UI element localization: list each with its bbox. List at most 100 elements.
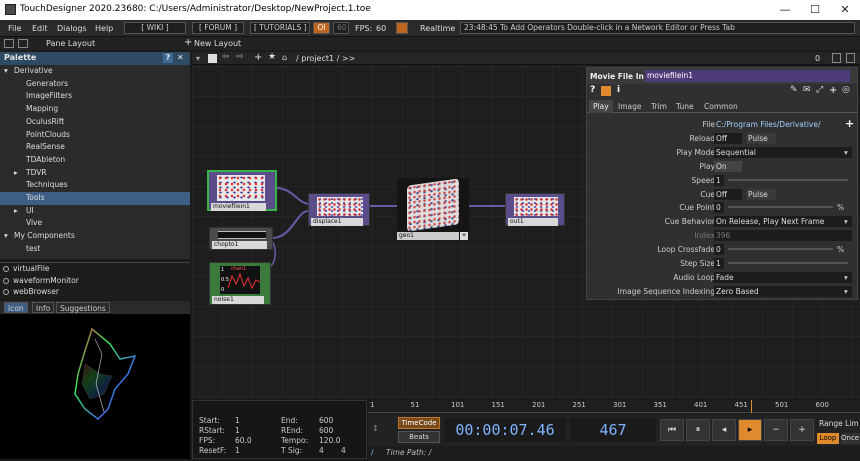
palette-item[interactable]: Mapping xyxy=(0,103,190,116)
layout-icon[interactable] xyxy=(4,39,14,48)
param-value[interactable]: 396 xyxy=(714,230,852,242)
back-icon[interactable]: ⇦ xyxy=(222,52,230,62)
edit-icon[interactable]: ✎ xyxy=(790,85,798,95)
loop-toggle[interactable]: Loop xyxy=(817,433,839,444)
python-icon[interactable] xyxy=(601,86,611,96)
pane-split-icon[interactable] xyxy=(832,53,841,63)
timepath-label[interactable]: Time Path: / xyxy=(386,448,431,457)
beats-toggle[interactable]: Beats xyxy=(398,431,440,443)
tab-info[interactable]: Info xyxy=(32,302,55,313)
node-moviefilein1[interactable]: moviefilein1 xyxy=(207,170,277,211)
network-path[interactable]: / project1 / >> xyxy=(296,54,355,63)
forward-icon[interactable]: ⇨ xyxy=(236,52,244,62)
resetf-value[interactable]: 1 xyxy=(235,446,240,455)
unit-toggle[interactable]: % xyxy=(837,243,844,256)
palette-item[interactable]: OculusRift xyxy=(0,116,190,129)
unit-toggle[interactable]: % xyxy=(837,201,844,214)
node-displace1[interactable]: displace1 xyxy=(308,193,370,226)
palette-item[interactable]: ▸ UI xyxy=(0,205,190,218)
list-item[interactable]: waveformMonitor xyxy=(0,275,190,287)
param-value[interactable]: Off xyxy=(714,188,742,200)
chevron-right-icon[interactable]: ▸ xyxy=(14,167,18,180)
add-icon[interactable]: + xyxy=(254,52,262,63)
chevron-down-icon[interactable]: ▾ xyxy=(844,271,848,284)
palette-item[interactable]: test xyxy=(0,243,190,256)
play-icon[interactable]: ▸ xyxy=(738,419,762,441)
palette-item[interactable]: TDAbleton xyxy=(0,154,190,167)
param-slider[interactable] xyxy=(728,262,848,264)
param-value[interactable]: On Release, Play Next Frame xyxy=(714,216,852,228)
end-value[interactable]: 600 xyxy=(319,416,333,425)
palette-item[interactable]: ▾ My Components xyxy=(0,230,190,243)
tab-tune[interactable]: Tune xyxy=(676,100,694,113)
start-value[interactable]: 1 xyxy=(235,416,240,425)
help-icon[interactable]: ? xyxy=(590,85,595,95)
param-value[interactable]: Sequential xyxy=(714,146,852,158)
node-noise1[interactable]: 1 0.5 0 chan1 noise1 xyxy=(209,262,271,305)
param-value[interactable]: Off xyxy=(714,132,742,144)
chevron-down-icon[interactable]: ▾ xyxy=(4,65,8,78)
close-button[interactable]: ✕ xyxy=(830,0,860,20)
node-geo1[interactable]: geo1 + xyxy=(397,178,469,240)
palette-help-button[interactable]: ? xyxy=(163,53,173,63)
comment-icon[interactable]: ✉ xyxy=(803,85,811,95)
go-start-icon[interactable]: ⏮ xyxy=(660,419,684,441)
wiki-link[interactable]: [ WIKI ] xyxy=(124,22,186,34)
param-value[interactable]: Zero Based xyxy=(714,285,852,297)
param-value[interactable]: 0 xyxy=(714,202,724,214)
sixty-toggle[interactable]: 60 xyxy=(333,22,349,34)
realtime-flag[interactable] xyxy=(396,22,408,34)
palette-item[interactable]: ▾ Derivative xyxy=(0,65,190,78)
chevron-down-icon[interactable]: ▾ xyxy=(4,230,8,243)
tab-common[interactable]: Common xyxy=(704,100,738,113)
step-forward-icon[interactable]: + xyxy=(790,419,814,441)
param-slider[interactable] xyxy=(728,248,833,251)
tab-play[interactable]: Play xyxy=(589,100,613,113)
menu-dialogs[interactable]: Dialogs xyxy=(57,24,87,33)
range-limit-label[interactable]: Range Lim xyxy=(819,419,859,428)
menu-file[interactable]: File xyxy=(8,24,21,33)
chevron-down-icon[interactable]: ▾ xyxy=(844,285,848,298)
palette-item[interactable]: PointClouds xyxy=(0,129,190,142)
browse-icon[interactable]: + xyxy=(845,117,854,130)
param-value[interactable]: Fade xyxy=(714,271,852,283)
add-layout-button[interactable]: + xyxy=(184,37,192,48)
step-back-icon[interactable]: − xyxy=(764,419,788,441)
node-out1[interactable]: out1 xyxy=(505,193,565,226)
node-chopto1[interactable]: chopto1 xyxy=(209,227,273,250)
palette-item[interactable]: ImageFilters xyxy=(0,90,190,103)
new-layout-tab[interactable]: New Layout xyxy=(194,39,241,48)
param-value[interactable]: C:/Program Files/Derivative/ xyxy=(714,119,852,130)
param-slider[interactable] xyxy=(728,178,848,181)
param-value[interactable]: On xyxy=(714,160,742,172)
list-item[interactable]: virtualFile xyxy=(0,263,190,275)
stop-icon[interactable] xyxy=(208,54,217,63)
pause-icon[interactable]: ⏸ xyxy=(686,419,710,441)
star-icon[interactable]: ★ xyxy=(268,52,276,62)
param-value[interactable]: 1 xyxy=(714,174,724,186)
tab-suggestions[interactable]: Suggestions xyxy=(56,302,110,313)
home-icon[interactable]: ⌂ xyxy=(282,53,287,62)
param-value[interactable]: 1 xyxy=(714,258,724,269)
menu-edit[interactable]: Edit xyxy=(32,24,48,33)
info-icon[interactable]: i xyxy=(617,85,620,95)
maximize-button[interactable]: ☐ xyxy=(800,0,830,20)
palette-item[interactable]: RealSense xyxy=(0,141,190,154)
pulse-button[interactable]: Pulse xyxy=(746,132,776,144)
palette-close-button[interactable]: ✕ xyxy=(177,53,184,62)
rstart-value[interactable]: 1 xyxy=(235,426,240,435)
fps-value[interactable]: 60.0 xyxy=(235,436,252,445)
palette-item[interactable]: Techniques xyxy=(0,179,190,192)
tsig-a[interactable]: 4 xyxy=(319,446,324,455)
pulse-button[interactable]: Pulse xyxy=(746,188,776,200)
playhead[interactable] xyxy=(751,400,752,413)
layout-icon-2[interactable] xyxy=(18,39,28,48)
op-name-field[interactable]: moviefilein1 xyxy=(645,70,850,82)
chevron-right-icon[interactable]: ▸ xyxy=(14,205,18,218)
tempo-value[interactable]: 120.0 xyxy=(319,436,340,445)
palette-item[interactable]: ▸ TDVR xyxy=(0,167,190,180)
palette-item[interactable]: Tools xyxy=(0,192,190,205)
tutorials-link[interactable]: [ TUTORIALS ] xyxy=(250,22,310,34)
timecode-display[interactable]: 00:00:07.46 xyxy=(444,418,566,442)
add-param-icon[interactable]: + xyxy=(829,85,837,96)
